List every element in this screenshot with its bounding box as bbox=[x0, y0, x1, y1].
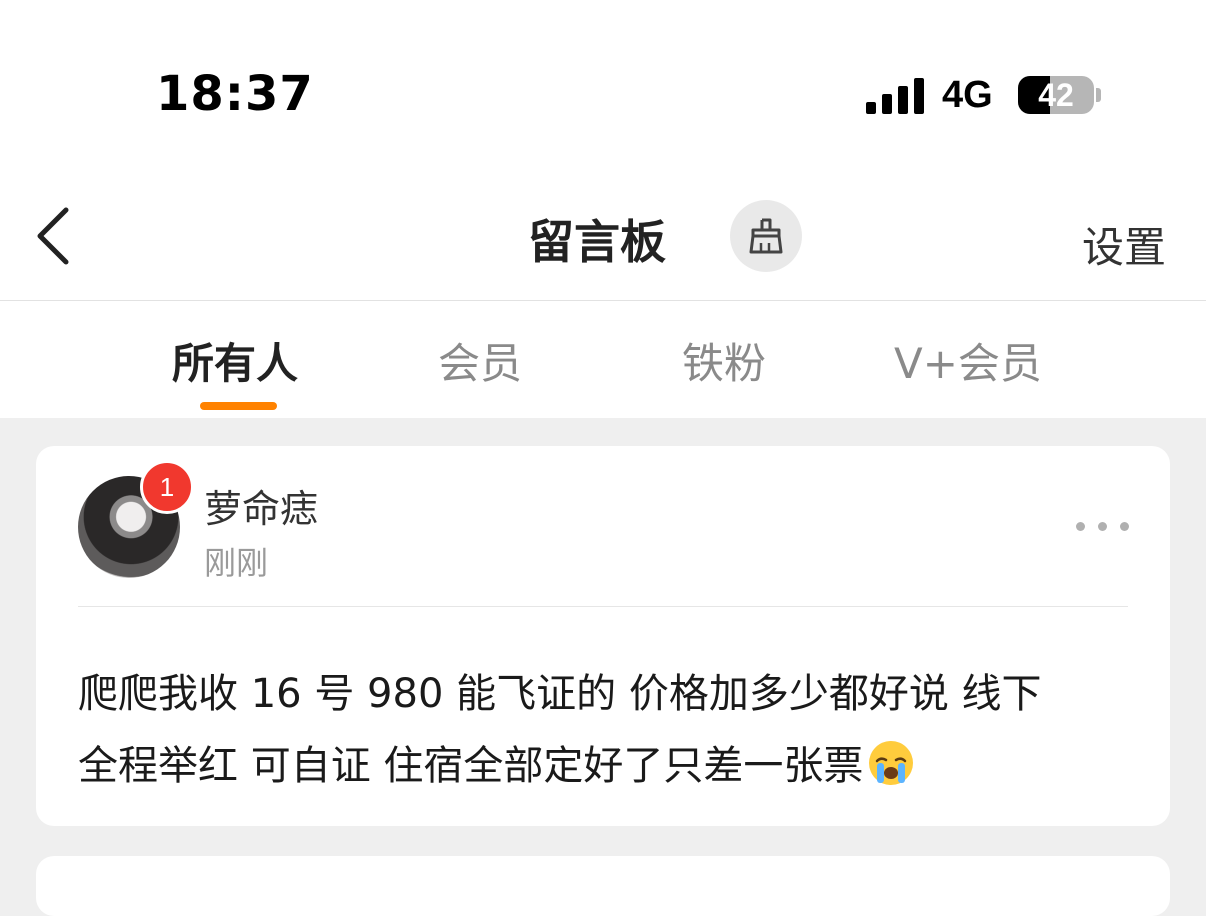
more-options-button[interactable] bbox=[1072, 514, 1132, 538]
username[interactable]: 萝命痣 bbox=[204, 478, 318, 533]
battery-icon: 42 bbox=[1018, 76, 1094, 114]
chevron-left-icon bbox=[37, 207, 69, 265]
tab-members[interactable]: 会员 bbox=[438, 330, 522, 391]
status-time: 18:37 bbox=[156, 66, 314, 122]
battery-level: 42 bbox=[1038, 77, 1074, 113]
clear-broom-button[interactable] bbox=[730, 200, 802, 272]
post-timestamp: 刚刚 bbox=[204, 544, 269, 582]
crying-face-icon bbox=[869, 741, 914, 785]
tab-vplus-members[interactable]: V+会员 bbox=[894, 330, 1042, 391]
message-line-1: 爬爬我收 16 号 980 能飞证的 价格加多少都好说 线下 bbox=[78, 671, 1042, 717]
nav-divider bbox=[0, 300, 1206, 301]
back-button[interactable] bbox=[32, 204, 76, 268]
unread-badge: 1 bbox=[140, 460, 194, 514]
message-line-2: 全程举红 可自证 住宿全部定好了只差一张票 bbox=[78, 730, 1138, 802]
cellular-signal-icon bbox=[866, 78, 924, 114]
message-text: 爬爬我收 16 号 980 能飞证的 价格加多少都好说 线下 全程举红 可自证 … bbox=[78, 658, 1138, 802]
broom-icon bbox=[749, 218, 783, 254]
message-card: 1 萝命痣 刚刚 爬爬我收 16 号 980 能飞证的 价格加多少都好说 线下 … bbox=[36, 446, 1170, 826]
settings-button[interactable]: 设置 bbox=[1082, 214, 1166, 275]
tab-iron-fans[interactable]: 铁粉 bbox=[682, 330, 766, 391]
page-title: 留言板 bbox=[528, 215, 666, 269]
message-line-2-text: 全程举红 可自证 住宿全部定好了只差一张票 bbox=[78, 743, 864, 789]
battery-cap bbox=[1096, 88, 1101, 102]
tab-everyone[interactable]: 所有人 bbox=[172, 330, 298, 391]
top-header-area: 18:37 4G 42 留言板 设置 所有人 会员 铁粉 V+会员 bbox=[0, 0, 1206, 418]
active-tab-indicator bbox=[200, 402, 277, 410]
card-divider bbox=[78, 606, 1128, 607]
next-message-card bbox=[36, 856, 1170, 916]
network-type: 4G bbox=[942, 74, 993, 116]
